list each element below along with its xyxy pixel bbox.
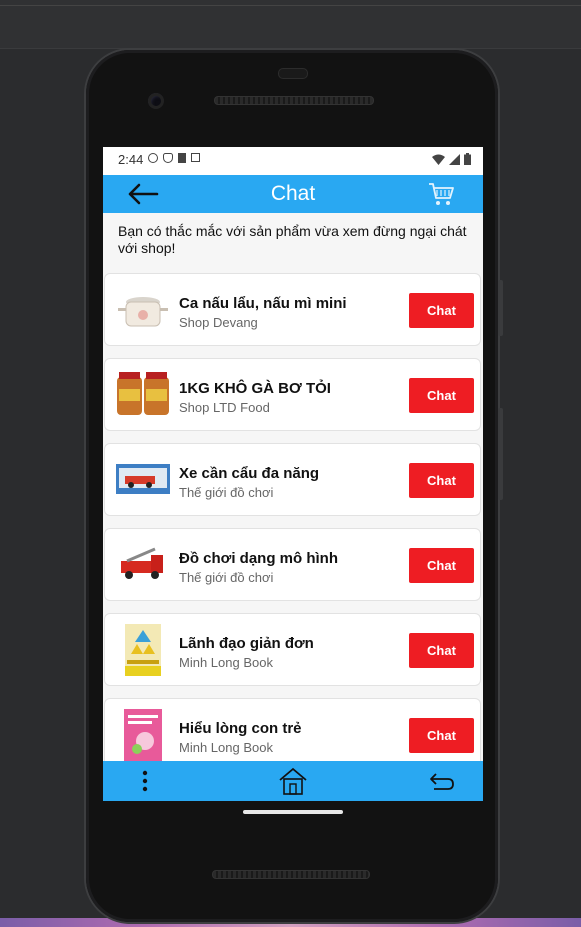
product-image-fire-truck: [115, 539, 171, 591]
wifi-icon: [432, 154, 445, 165]
signal-icon: [449, 153, 460, 165]
volume-button: [498, 408, 503, 500]
front-camera-icon: [148, 93, 164, 109]
info-icon: [148, 153, 158, 163]
product-image-pot: [115, 284, 171, 336]
product-name: Đồ chơi dạng mô hình: [179, 550, 338, 567]
product-name: 1KG KHÔ GÀ BƠ TỎI: [179, 380, 331, 397]
list-item: Ca nấu lẩu, nấu mì mini Shop Devang Chat: [104, 273, 481, 346]
app-header: Chat: [103, 175, 483, 213]
product-name: Lãnh đạo giản đơn: [179, 635, 314, 652]
product-name: Hiểu lòng con trẻ: [179, 720, 302, 737]
product-image-book-children: [115, 709, 171, 761]
chat-button[interactable]: Chat: [409, 633, 474, 668]
product-image-jars: [115, 369, 171, 421]
chat-button[interactable]: Chat: [409, 293, 474, 328]
product-name: Xe cần cẩu đa năng: [179, 465, 320, 482]
shop-name: Minh Long Book: [179, 655, 273, 670]
gesture-home-bar[interactable]: [243, 810, 343, 814]
list-item: Đồ chơi dạng mô hình Thế giới đồ chơi Ch…: [104, 528, 481, 601]
page-title: Chat: [270, 182, 316, 205]
list-item: 1KG KHÔ GÀ BƠ TỎI Shop LTD Food Chat: [104, 358, 481, 431]
chat-button[interactable]: Chat: [409, 378, 474, 413]
list-item: Lãnh đạo giản đơn Minh Long Book Chat: [104, 613, 481, 686]
top-speaker: [214, 96, 374, 105]
list-item: Xe cần cẩu đa năng Thế giới đồ chơi Chat: [104, 443, 481, 516]
cart-icon[interactable]: [427, 181, 455, 207]
bottom-speaker: [212, 870, 370, 879]
shop-name: Minh Long Book: [179, 740, 273, 755]
sd-card-icon: [178, 153, 186, 163]
status-notification-icons: [148, 153, 200, 163]
bottom-nav: [103, 761, 483, 801]
shop-name: Thế giới đồ chơi: [179, 570, 274, 585]
a-icon: [191, 153, 200, 162]
product-name: Ca nấu lẩu, nấu mì mini: [179, 295, 347, 312]
home-icon[interactable]: [278, 767, 308, 795]
status-system-icons: [432, 153, 471, 165]
intro-text: Bạn có thắc mắc với sản phẩm vừa xem đừn…: [118, 223, 467, 256]
return-icon[interactable]: [428, 770, 456, 792]
window-top-band: [0, 0, 581, 49]
battery-icon: [464, 153, 471, 165]
shield-icon: [163, 153, 173, 163]
chat-button[interactable]: Chat: [409, 718, 474, 753]
app-screen: 2:44 Chat Bạn có thắc mắc với sản phẩm v…: [103, 147, 483, 801]
chat-button[interactable]: Chat: [409, 548, 474, 583]
status-bar: 2:44: [103, 147, 483, 175]
shop-name: Thế giới đồ chơi: [179, 485, 274, 500]
shop-name: Shop Devang: [179, 315, 258, 330]
product-image-book-leadership: [115, 624, 171, 676]
proximity-sensor: [278, 68, 308, 79]
more-vertical-icon[interactable]: [141, 769, 149, 793]
power-button: [498, 280, 503, 336]
shop-name: Shop LTD Food: [179, 400, 270, 415]
product-image-crane-box: [115, 454, 171, 506]
status-time: 2:44: [118, 152, 144, 167]
chat-button[interactable]: Chat: [409, 463, 474, 498]
